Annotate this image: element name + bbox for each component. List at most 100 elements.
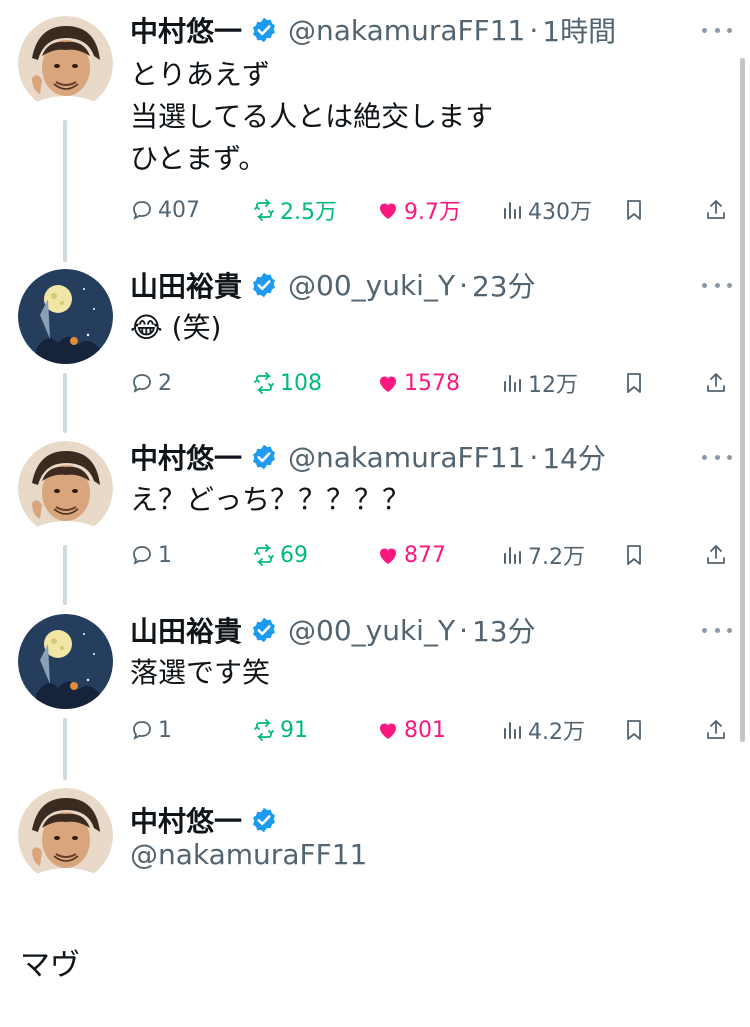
- author-handle[interactable]: @00_yuki_Y: [288, 614, 455, 647]
- avatar-yamada-icon: [18, 269, 113, 364]
- verified-badge-icon: [253, 17, 275, 43]
- like-button[interactable]: 1578: [376, 363, 460, 403]
- share-button[interactable]: [704, 190, 732, 230]
- tweet-actions: 407 2.5万 9.7万 430万: [130, 190, 730, 230]
- author-name[interactable]: 山田裕貴: [130, 265, 242, 305]
- share-button[interactable]: [704, 535, 732, 575]
- share-button[interactable]: [704, 710, 732, 750]
- tweet-text: 😂 (笑): [130, 311, 222, 344]
- retweet-icon: [254, 372, 274, 394]
- caption-text: マヴ: [20, 948, 80, 983]
- tweet-header: 山田裕貴 @00_yuki_Y · 13分: [130, 610, 536, 650]
- tweet-actions: 1 69 877 7.2万: [130, 535, 730, 575]
- verified-badge-icon: [253, 444, 275, 470]
- reply-count: 1: [158, 717, 172, 743]
- bookmark-button[interactable]: [622, 710, 650, 750]
- views-button[interactable]: 430万: [500, 190, 592, 230]
- reply-count: 1: [158, 542, 172, 568]
- share-icon: [707, 720, 725, 739]
- retweet-count: 2.5万: [280, 200, 337, 225]
- bookmark-button[interactable]: [622, 535, 650, 575]
- avatar-nakamura-icon: [18, 16, 113, 111]
- tweet-timestamp[interactable]: 23分: [472, 265, 536, 305]
- author-handle[interactable]: @nakamuraFF11: [130, 838, 367, 871]
- verified-badge-icon: [253, 617, 275, 643]
- tweet-timestamp[interactable]: 14分: [542, 437, 606, 477]
- views-icon: [504, 547, 521, 564]
- thread-line: [63, 120, 67, 262]
- author-name[interactable]: 中村悠一: [130, 437, 242, 477]
- separator-dot: ·: [459, 268, 468, 302]
- tweet-text: え？どっち？？？？？: [130, 483, 411, 516]
- view-count: 7.2万: [528, 545, 585, 570]
- retweet-button[interactable]: 91: [252, 710, 308, 750]
- bookmark-icon: [627, 373, 641, 393]
- retweet-button[interactable]: 108: [252, 363, 322, 403]
- view-count: 430万: [528, 200, 592, 225]
- avatar[interactable]: [18, 614, 113, 709]
- scrollbar[interactable]: [740, 58, 745, 742]
- share-button[interactable]: [704, 363, 732, 403]
- avatar-nakamura-icon: [18, 788, 113, 883]
- verified-badge-icon: [253, 807, 275, 833]
- reply-button[interactable]: 1: [130, 535, 172, 575]
- author-handle[interactable]: @00_yuki_Y: [288, 269, 455, 302]
- heart-icon: [380, 548, 396, 564]
- like-count: 9.7万: [404, 200, 461, 225]
- bookmark-button[interactable]: [622, 190, 650, 230]
- separator-dot: ·: [459, 613, 468, 647]
- tweet-text: 落選です笑: [130, 656, 271, 689]
- heart-icon: [380, 376, 396, 392]
- views-button[interactable]: 12万: [500, 363, 578, 403]
- main-tweet-header: 中村悠一: [130, 800, 288, 840]
- more-icon[interactable]: [702, 273, 732, 297]
- tweet-header: 中村悠一 @nakamuraFF11 · 14分: [130, 437, 606, 477]
- more-icon[interactable]: [702, 18, 732, 42]
- tweet-timestamp[interactable]: 1時間: [542, 10, 616, 50]
- author-name[interactable]: 中村悠一: [130, 800, 242, 840]
- bookmark-button[interactable]: [622, 363, 650, 403]
- reply-button[interactable]: 2: [130, 363, 172, 403]
- retweet-icon: [254, 719, 274, 741]
- reply-icon: [133, 201, 151, 220]
- retweet-count: 69: [280, 542, 308, 568]
- like-button[interactable]: 801: [376, 710, 446, 750]
- views-icon: [504, 375, 521, 392]
- retweet-count: 91: [280, 717, 308, 743]
- more-icon[interactable]: [702, 445, 732, 469]
- avatar[interactable]: [18, 788, 113, 883]
- share-icon: [707, 200, 725, 219]
- thread-line: [63, 718, 67, 780]
- view-count: 12万: [528, 373, 578, 398]
- avatar-nakamura-icon: [18, 441, 113, 536]
- heart-icon: [380, 203, 396, 219]
- retweet-count: 108: [280, 370, 322, 396]
- tweet-text: とりあえず 当選してる人とは絶交します ひとまず。: [130, 58, 494, 175]
- tweet-actions: 1 91 801 4.2万: [130, 710, 730, 750]
- author-name[interactable]: 山田裕貴: [130, 610, 242, 650]
- tweet-timestamp[interactable]: 13分: [472, 610, 536, 650]
- like-button[interactable]: 9.7万: [376, 190, 461, 230]
- like-button[interactable]: 877: [376, 535, 446, 575]
- retweet-icon: [254, 199, 274, 221]
- views-icon: [504, 202, 521, 219]
- views-button[interactable]: 7.2万: [500, 535, 585, 575]
- retweet-icon: [254, 544, 274, 566]
- avatar[interactable]: [18, 441, 113, 536]
- like-count: 1578: [404, 370, 460, 396]
- reply-button[interactable]: 1: [130, 710, 172, 750]
- reply-button[interactable]: 407: [130, 190, 200, 230]
- author-name[interactable]: 中村悠一: [130, 10, 242, 50]
- reply-count: 407: [158, 197, 200, 223]
- retweet-button[interactable]: 69: [252, 535, 308, 575]
- bookmark-icon: [627, 720, 641, 740]
- author-handle[interactable]: @nakamuraFF11: [288, 14, 525, 47]
- more-icon[interactable]: [702, 618, 732, 642]
- author-handle[interactable]: @nakamuraFF11: [288, 441, 525, 474]
- avatar[interactable]: [18, 16, 113, 111]
- views-button[interactable]: 4.2万: [500, 710, 585, 750]
- avatar[interactable]: [18, 269, 113, 364]
- tweet-header: 中村悠一 @nakamuraFF11 · 1時間: [130, 10, 616, 50]
- verified-badge-icon: [253, 272, 275, 298]
- retweet-button[interactable]: 2.5万: [252, 190, 337, 230]
